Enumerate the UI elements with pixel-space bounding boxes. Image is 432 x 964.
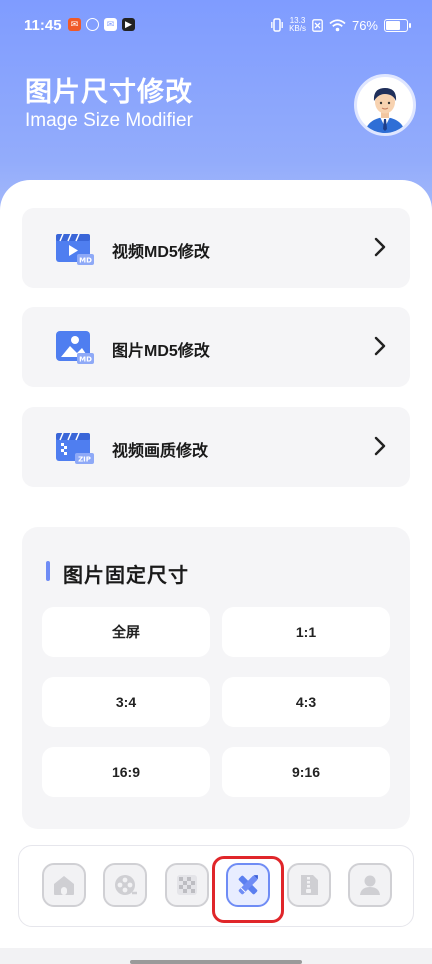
chevron-right-icon [374, 237, 386, 257]
chevron-right-icon [374, 436, 386, 456]
app-notification-icon [86, 18, 99, 31]
section-title: 图片固定尺寸 [63, 565, 189, 587]
edit-ruler-icon [238, 875, 258, 895]
message-notification-icon: ✉ [104, 18, 117, 31]
wifi-icon [329, 18, 346, 31]
page-subtitle: Image Size Modifier [25, 110, 193, 131]
user-icon [360, 875, 380, 895]
tab-mosaic[interactable] [165, 863, 209, 907]
play-notification-icon: ▶ [122, 18, 135, 31]
app-notification-icon: ✉ [68, 18, 81, 31]
menu-item-video-quality[interactable]: ZIP 视频画质修改 [22, 407, 410, 487]
home-icon [54, 876, 74, 895]
tab-compress[interactable] [287, 863, 331, 907]
chevron-right-icon [374, 336, 386, 356]
vibrate-icon [271, 18, 283, 32]
tab-profile[interactable] [348, 863, 392, 907]
person-avatar-icon [365, 88, 405, 133]
menu-item-label: 视频画质修改 [112, 443, 209, 460]
size-option-1-1[interactable]: 1:1 [222, 607, 390, 657]
page-title: 图片尺寸修改 [25, 77, 193, 107]
sim-off-icon [312, 18, 323, 32]
menu-item-label: 视频MD5修改 [112, 244, 210, 261]
status-bar: 11:45 ✉ ✉ ▶ 13.3 KB/s 76% [0, 0, 432, 52]
battery-percent: 76% [351, 17, 378, 33]
svg-text:ZIP: ZIP [78, 456, 91, 464]
film-reel-icon [115, 875, 137, 895]
battery-level [386, 20, 400, 30]
zip-file-icon [301, 875, 318, 895]
network-speed-unit: KB/s [289, 24, 306, 33]
size-option-4-3[interactable]: 4:3 [222, 677, 390, 727]
fixed-size-panel: 图片固定尺寸 全屏 1:1 3:4 4:3 16:9 9:16 [22, 527, 410, 829]
video-zip-icon: ZIP [56, 432, 94, 464]
svg-text:MD: MD [79, 356, 92, 364]
section-accent-bar [46, 561, 50, 581]
menu-item-label: 图片MD5修改 [112, 343, 210, 360]
home-indicator-bar[interactable] [130, 960, 302, 964]
avatar[interactable] [354, 74, 416, 136]
battery-icon [384, 18, 411, 32]
menu-item-image-md5[interactable]: MD 图片MD5修改 [22, 307, 410, 387]
menu-item-video-md5[interactable]: MD 视频MD5修改 [22, 208, 410, 288]
size-option-3-4[interactable]: 3:4 [42, 677, 210, 727]
mosaic-icon [177, 875, 197, 895]
size-option-9-16[interactable]: 9:16 [222, 747, 390, 797]
svg-text:MD: MD [79, 257, 92, 265]
tab-home[interactable] [42, 863, 86, 907]
notification-icons: ✉ ✉ ▶ [68, 18, 135, 31]
tab-video[interactable] [103, 863, 147, 907]
tab-image-size[interactable] [226, 863, 270, 907]
size-option-fullscreen[interactable]: 全屏 [42, 607, 210, 657]
network-speed: 13.3 KB/s [289, 17, 306, 33]
video-md5-icon: MD [56, 233, 94, 265]
status-right: 13.3 KB/s 76% [271, 17, 411, 33]
status-time: 11:45 [24, 17, 62, 34]
size-option-16-9[interactable]: 16:9 [42, 747, 210, 797]
image-md5-icon: MD [56, 331, 94, 364]
bottom-tab-bar [18, 845, 414, 927]
